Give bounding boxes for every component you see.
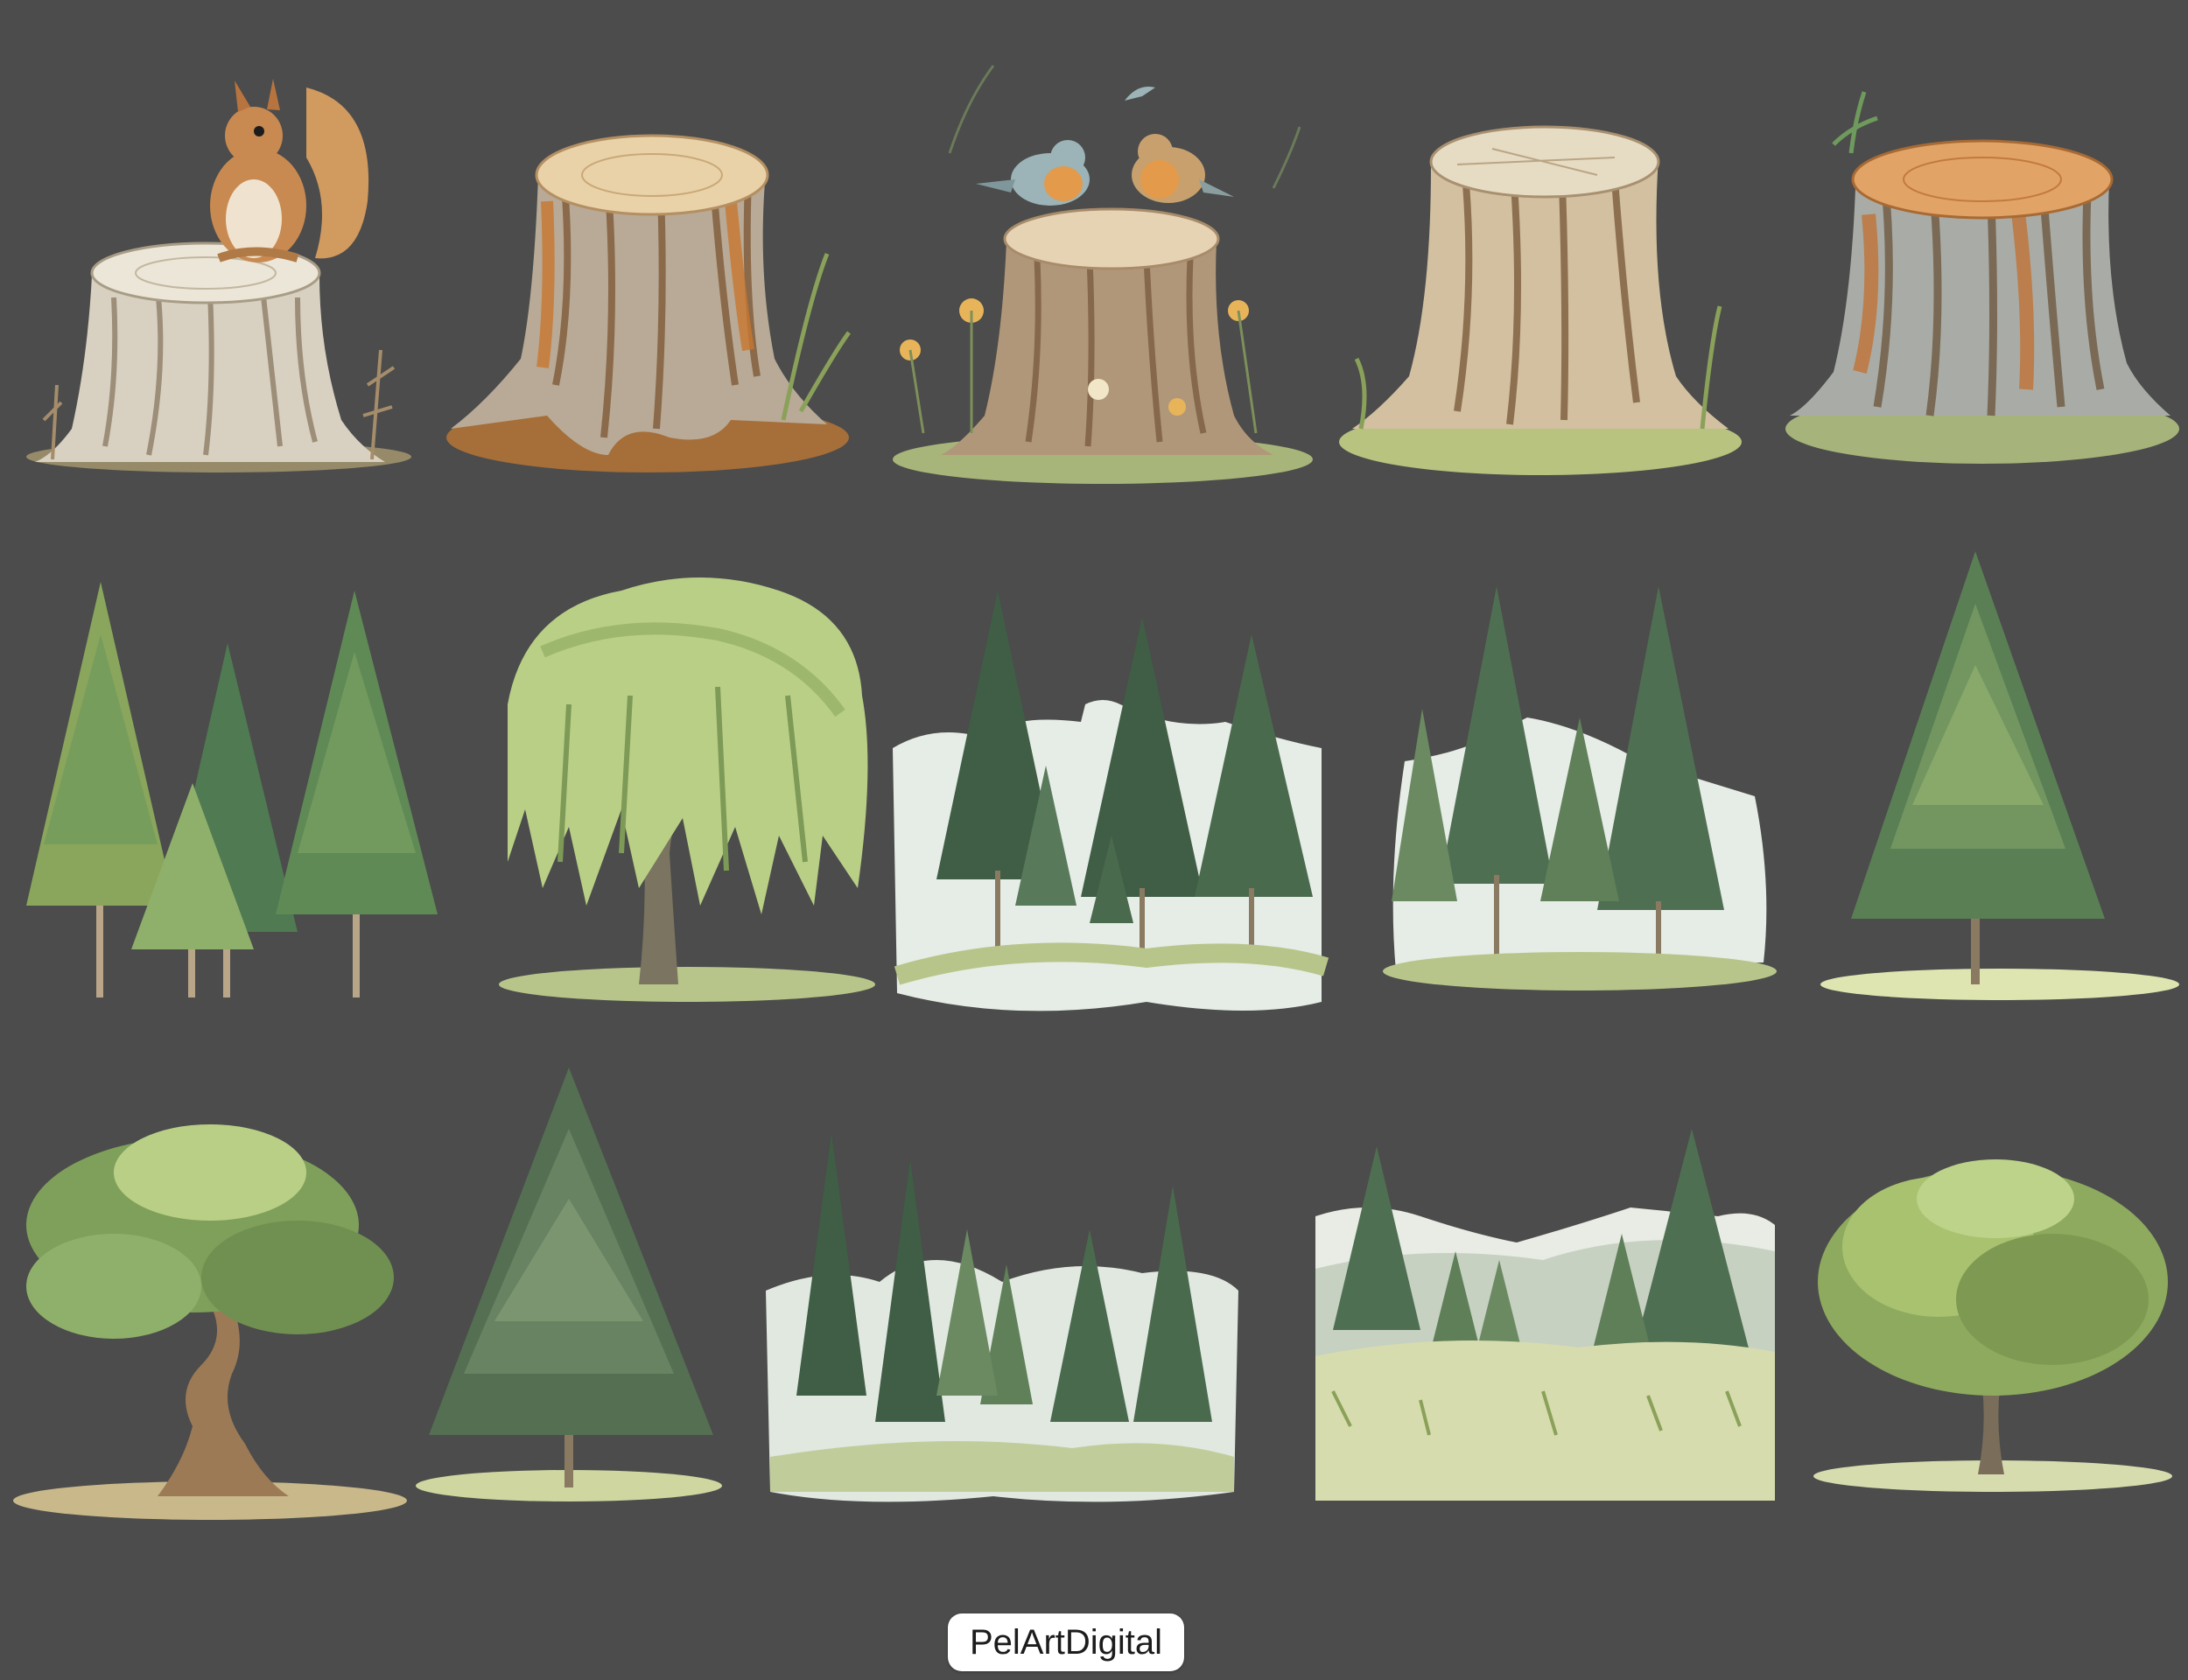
misty-fir-grove-illustration bbox=[884, 591, 1343, 1024]
twisted-oak-illustration bbox=[9, 1111, 411, 1522]
forest-edge-illustration bbox=[757, 1133, 1243, 1509]
round-tree-illustration bbox=[1807, 1151, 2179, 1496]
fir-grove-illustration bbox=[1378, 586, 1781, 998]
spruce-illustration bbox=[411, 1068, 726, 1505]
weeping-willow-illustration bbox=[490, 573, 880, 1006]
pale-stump-illustration bbox=[1335, 122, 1746, 490]
three-firs-illustration bbox=[9, 582, 446, 1002]
mountain-meadow-illustration bbox=[1315, 1129, 1775, 1501]
rusty-stump-illustration bbox=[1781, 91, 2179, 477]
rooted-stump-illustration bbox=[442, 122, 853, 481]
single-fir-illustration bbox=[1816, 551, 2184, 1006]
stump-birds-illustration bbox=[888, 48, 1317, 486]
stump-squirrel-illustration bbox=[18, 70, 411, 472]
brand-watermark: PelArtDigital bbox=[948, 1614, 1184, 1671]
